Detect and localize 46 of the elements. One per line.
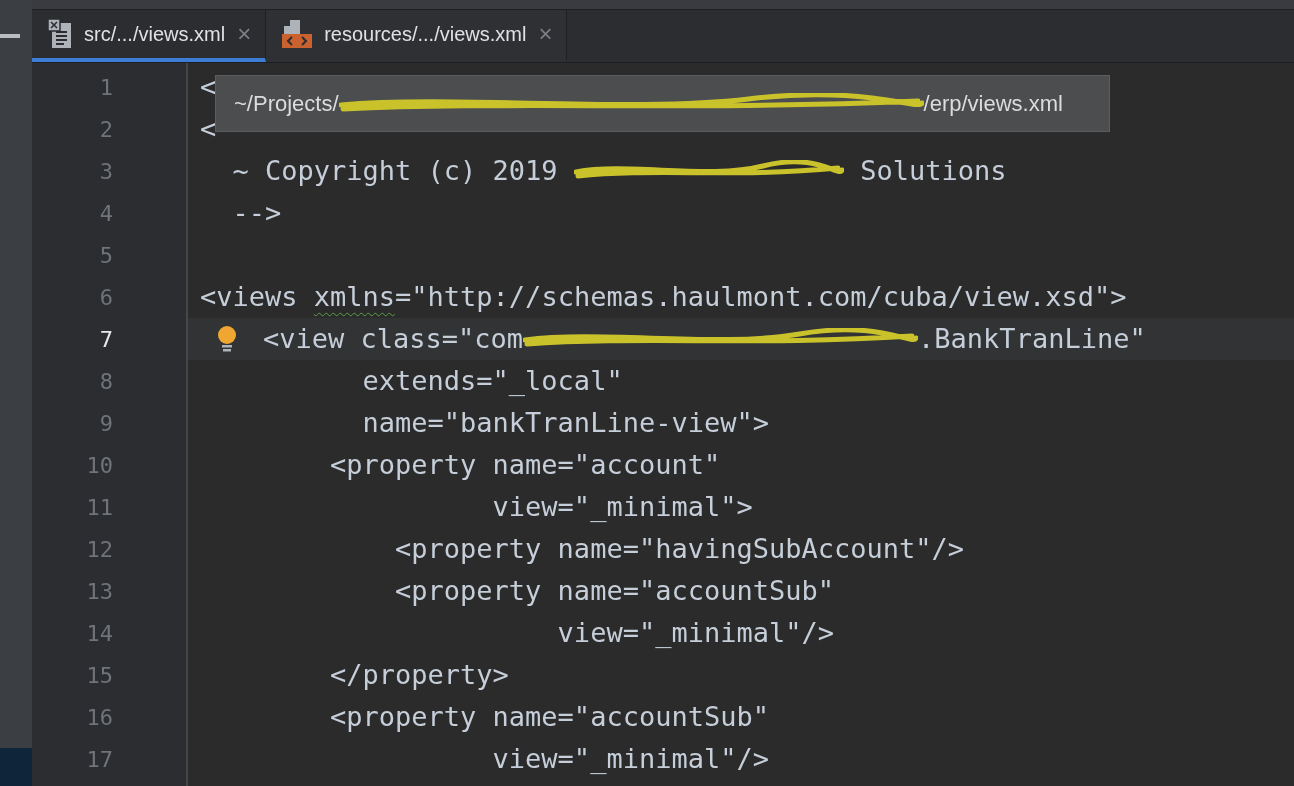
line-number: 6 <box>99 284 113 310</box>
line-number: 4 <box>99 200 113 226</box>
code-text: Solutions <box>859 154 1007 188</box>
code-text: <property name="havingSubAccount"/> <box>394 532 964 566</box>
code-text: <property name="account" <box>329 448 721 482</box>
lightbulb-icon[interactable] <box>216 325 238 353</box>
line-number: 13 <box>86 578 113 604</box>
tool-window-button[interactable] <box>0 748 32 786</box>
code-text: <views <box>200 280 299 314</box>
editor-tab[interactable]: src/.../views.xml × <box>32 10 267 62</box>
line-number: 16 <box>86 704 113 730</box>
code-text: view="_minimal"/> <box>556 616 834 650</box>
code-text: ~ Copyright (c) 2019 <box>231 154 559 188</box>
code-text: extends="_local" <box>361 364 623 398</box>
line-number: 12 <box>86 536 113 562</box>
code-text: ="http://schemas.haulmont.com/cuba/view.xsd"> <box>395 280 1127 314</box>
code-text: < <box>200 112 217 146</box>
code-text: <property name="accountSub" <box>394 574 834 608</box>
minus-icon[interactable] <box>0 34 20 38</box>
line-number: 9 <box>99 410 113 436</box>
line-number: 15 <box>86 662 113 688</box>
code-text: name="bankTranLine-view"> <box>361 406 769 440</box>
tooltip-text: ~/Projects/ <box>234 90 339 117</box>
line-number: 8 <box>99 368 113 394</box>
code-text: <view class="com <box>263 322 524 356</box>
code-text: view="_minimal"> <box>491 490 753 524</box>
code-text: </property> <box>329 658 509 692</box>
line-number: 10 <box>86 452 113 478</box>
line-number: 14 <box>86 620 113 646</box>
xml-file-icon <box>282 20 313 48</box>
line-number: 2 <box>99 116 113 142</box>
code-text: view="_minimal"/> <box>491 742 769 776</box>
line-number: 3 <box>99 158 113 184</box>
line-number: 11 <box>86 494 113 520</box>
editor-tab[interactable]: resources/.../views.xml × <box>266 10 568 62</box>
line-number: 17 <box>86 746 113 772</box>
code-text: --> <box>231 196 282 230</box>
code-text: .BankTranLine" <box>918 322 1146 356</box>
code-text: < <box>200 70 217 104</box>
tooltip-text: /erp/views.xml <box>923 90 1063 117</box>
code-text: <property name="accountSub" <box>329 700 769 734</box>
xml-file-icon <box>48 19 72 49</box>
line-number: 5 <box>99 242 113 268</box>
code-text: xmlns <box>313 280 396 314</box>
line-number: 7 <box>99 326 113 352</box>
line-number: 1 <box>99 74 113 100</box>
